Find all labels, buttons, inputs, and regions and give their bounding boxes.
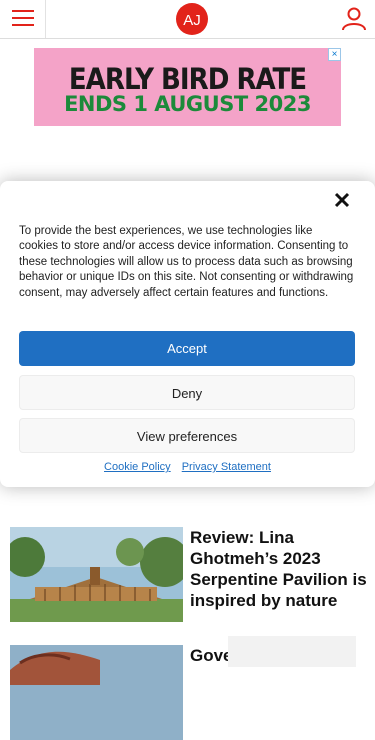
deny-button[interactable]: Deny bbox=[19, 375, 355, 410]
article-title[interactable]: Review: Lina Ghotmeh’s 2023 Serpentine P… bbox=[190, 527, 370, 611]
user-account-icon[interactable] bbox=[340, 6, 368, 32]
policy-links: Cookie Policy Privacy Statement bbox=[0, 461, 375, 473]
close-icon[interactable] bbox=[333, 191, 351, 209]
menu-bar-top bbox=[12, 10, 34, 12]
aj-logo[interactable]: AJ bbox=[172, 2, 212, 36]
ad-headline: EARLY BIRD RATE bbox=[68, 62, 307, 96]
ad-subline: ENDS 1 AUGUST 2023 bbox=[64, 92, 311, 116]
site-header: AJ bbox=[0, 0, 375, 39]
article-thumbnail[interactable] bbox=[10, 527, 183, 622]
menu-bar-middle bbox=[12, 17, 34, 19]
consent-message: To provide the best experiences, we use … bbox=[19, 225, 354, 299]
logo-text: AJ bbox=[183, 12, 201, 29]
menu-bar-bottom bbox=[12, 24, 34, 26]
ad-close-icon[interactable]: × bbox=[328, 48, 341, 61]
accept-button[interactable]: Accept bbox=[19, 331, 355, 366]
floating-overlay bbox=[228, 636, 356, 667]
cookie-policy-link[interactable]: Cookie Policy bbox=[104, 461, 171, 473]
hamburger-menu-icon[interactable] bbox=[0, 0, 46, 38]
view-preferences-button[interactable]: View preferences bbox=[19, 418, 355, 453]
article-thumbnail[interactable] bbox=[10, 645, 183, 740]
cookie-consent-modal: To provide the best experiences, we use … bbox=[0, 181, 375, 487]
advert-banner[interactable]: EARLY BIRD RATE ENDS 1 AUGUST 2023 × bbox=[34, 48, 341, 126]
privacy-statement-link[interactable]: Privacy Statement bbox=[182, 461, 271, 473]
